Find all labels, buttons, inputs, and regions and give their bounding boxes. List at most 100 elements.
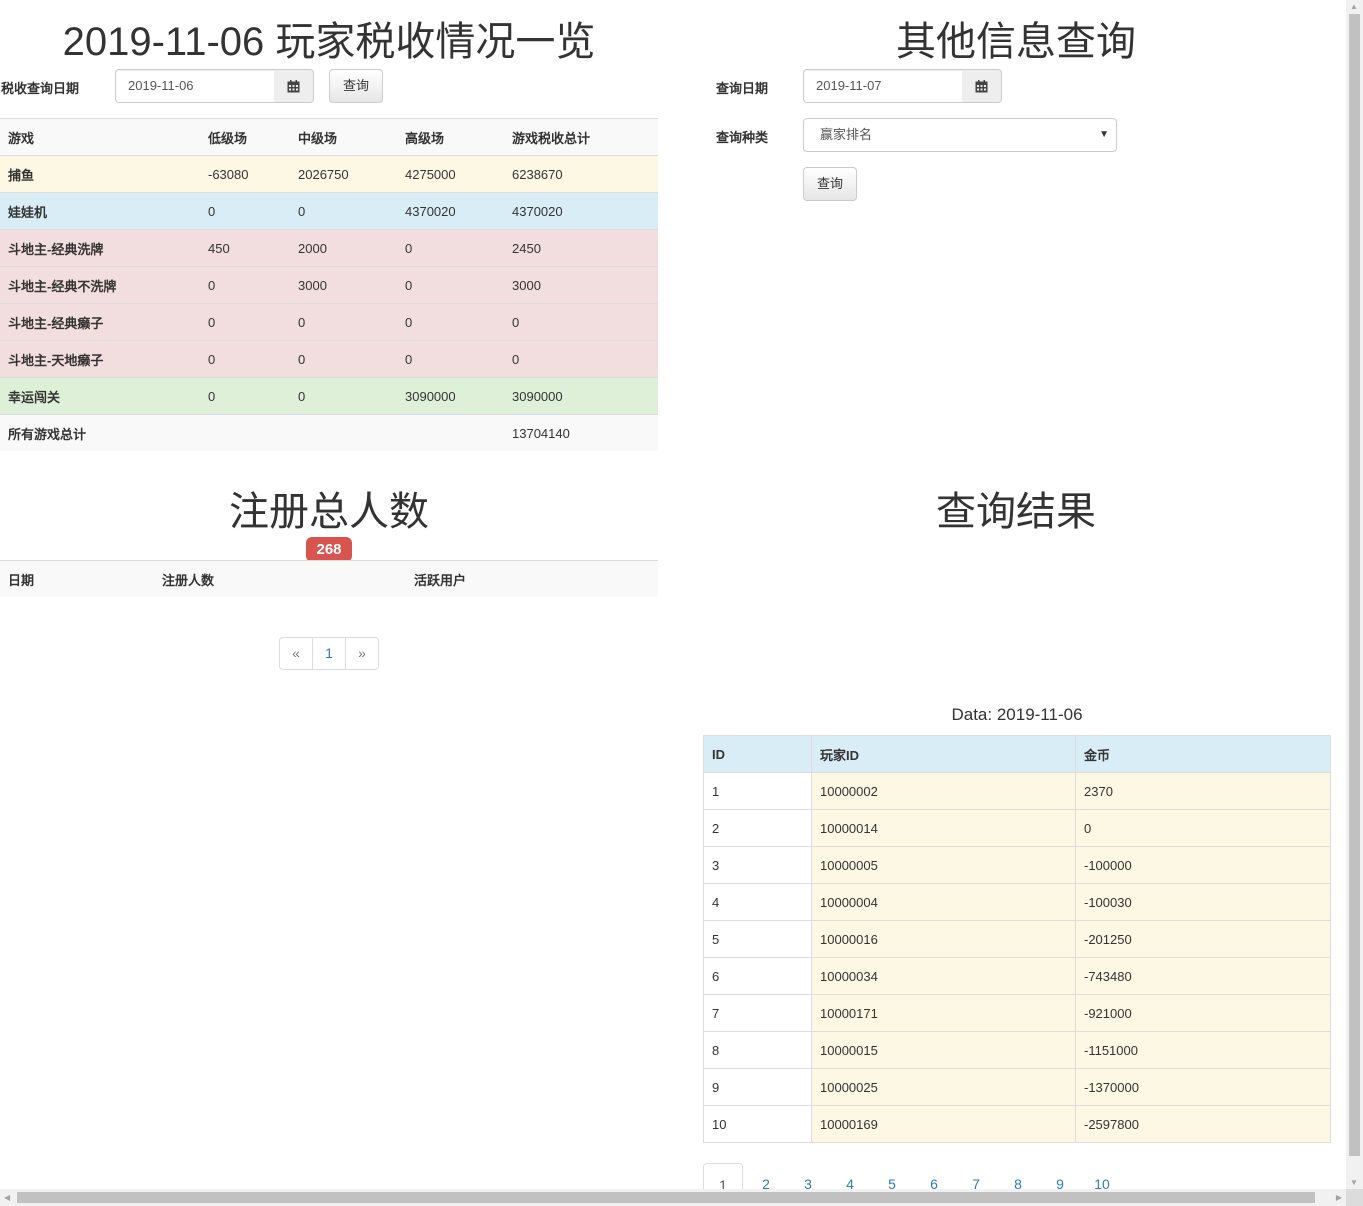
result-cell-player-id: 10000025 — [811, 1068, 1076, 1106]
tax-header-total: 游戏税收总计 — [504, 118, 658, 156]
tax-cell-game: 捕鱼 — [0, 155, 200, 193]
calendar-icon — [975, 79, 988, 92]
register-title: 注册总人数 — [229, 490, 429, 534]
other-date-label: 查询日期 — [716, 81, 769, 96]
tax-cell-game: 幸运闯关 — [0, 377, 200, 415]
result-table: ID 玩家ID 金币 1 10000002 2370 2 10000014 0 3 10000… — [703, 735, 1331, 1143]
tax-cell-total: 6238670 — [504, 155, 658, 193]
tax-cell-mid: 3000 — [290, 266, 397, 304]
tax-cell-high: 4370020 — [397, 192, 504, 230]
tax-cell-low: 0 — [200, 377, 290, 415]
tax-cell-high: 3090000 — [397, 377, 504, 415]
tax-date-input[interactable]: 2019-11-06 — [115, 69, 275, 103]
tax-date-picker-button[interactable] — [274, 69, 314, 103]
tax-query-button[interactable]: 查询 — [329, 69, 383, 103]
result-cell-coins: 2370 — [1075, 772, 1331, 810]
result-row: 7 10000171 -921000 — [703, 994, 1331, 1032]
vertical-scrollbar-thumb[interactable] — [1349, 14, 1360, 1156]
result-cell-coins: -743480 — [1075, 957, 1331, 995]
tax-cell-total: 3000 — [504, 266, 658, 304]
result-row: 9 10000025 -1370000 — [703, 1068, 1331, 1106]
other-type-select[interactable]: 赢家排名 ▼ — [803, 118, 1117, 152]
caret-down-icon: ▼ — [1099, 129, 1109, 140]
result-cell-id: 7 — [703, 994, 812, 1032]
result-row: 10 10000169 -2597800 — [703, 1105, 1331, 1143]
tax-total-empty-cell — [397, 414, 504, 451]
register-header-active: 活跃用户 — [406, 560, 658, 597]
tax-header-mid: 中级场 — [290, 118, 397, 156]
tax-total-empty-cell — [200, 414, 290, 451]
tax-date-label: 税收查询日期 — [1, 81, 80, 96]
scroll-up-arrow-icon[interactable]: ▲ — [1350, 2, 1358, 11]
tax-cell-low: 0 — [200, 192, 290, 230]
other-date-input[interactable]: 2019-11-07 — [803, 69, 963, 103]
result-cell-player-id: 10000169 — [811, 1105, 1076, 1143]
tax-total-label: 所有游戏总计 — [0, 414, 200, 451]
tax-cell-mid: 2000 — [290, 229, 397, 267]
result-cell-coins: -2597800 — [1075, 1105, 1331, 1143]
result-row: 2 10000014 0 — [703, 809, 1331, 847]
result-cell-player-id: 10000014 — [811, 809, 1076, 847]
result-cell-coins: -1370000 — [1075, 1068, 1331, 1106]
tax-header-game: 游戏 — [0, 118, 200, 156]
tax-table: 游戏 低级场 中级场 高级场 游戏税收总计 捕鱼 -63080 2026750 427… — [0, 118, 658, 451]
result-cell-coins: -921000 — [1075, 994, 1331, 1032]
tax-total-value: 13704140 — [504, 414, 658, 451]
tax-row: 斗地主-经典洗牌 450 2000 0 2450 — [0, 229, 658, 267]
scroll-down-arrow-icon[interactable]: ▼ — [1350, 1178, 1358, 1187]
tax-cell-mid: 0 — [290, 303, 397, 341]
tax-cell-mid: 0 — [290, 192, 397, 230]
result-cell-id: 2 — [703, 809, 812, 847]
result-cell-player-id: 10000016 — [811, 920, 1076, 958]
result-cell-player-id: 10000004 — [811, 883, 1076, 921]
result-cell-coins: -201250 — [1075, 920, 1331, 958]
tax-row: 娃娃机 0 0 4370020 4370020 — [0, 192, 658, 230]
scrollbar-corner — [1346, 1189, 1363, 1206]
result-cell-coins: -1151000 — [1075, 1031, 1331, 1069]
tax-cell-total: 3090000 — [504, 377, 658, 415]
other-date-picker-button[interactable] — [962, 69, 1002, 103]
tax-cell-game: 斗地主-经典不洗牌 — [0, 266, 200, 304]
tax-cell-game: 斗地主-经典癞子 — [0, 303, 200, 341]
result-cell-player-id: 10000002 — [811, 772, 1076, 810]
result-row: 1 10000002 2370 — [703, 772, 1331, 810]
vertical-scrollbar[interactable]: ▲ ▼ — [1346, 0, 1363, 1189]
result-cell-coins: -100030 — [1075, 883, 1331, 921]
pager-next-button[interactable]: » — [346, 638, 378, 669]
tax-header-low: 低级场 — [200, 118, 290, 156]
calendar-icon — [287, 79, 300, 92]
tax-cell-high: 4275000 — [397, 155, 504, 193]
other-title: 其他信息查询 — [896, 20, 1136, 64]
result-cell-id: 1 — [703, 772, 812, 810]
tax-cell-total: 2450 — [504, 229, 658, 267]
other-query-button[interactable]: 查询 — [803, 167, 857, 201]
result-title: 查询结果 — [936, 490, 1096, 534]
tax-cell-mid: 2026750 — [290, 155, 397, 193]
scroll-right-arrow-icon[interactable]: ▶ — [1336, 1193, 1342, 1202]
register-header-count: 注册人数 — [154, 560, 406, 597]
register-header-date: 日期 — [0, 560, 154, 597]
tax-cell-low: 0 — [200, 266, 290, 304]
tax-cell-game: 斗地主-经典洗牌 — [0, 229, 200, 267]
tax-cell-high: 0 — [397, 266, 504, 304]
tax-cell-game: 斗地主-天地癞子 — [0, 340, 200, 378]
tax-cell-total: 4370020 — [504, 192, 658, 230]
register-pagination: « 1 » — [279, 637, 379, 670]
scroll-left-arrow-icon[interactable]: ◀ — [4, 1193, 10, 1202]
result-cell-player-id: 10000171 — [811, 994, 1076, 1032]
tax-cell-mid: 0 — [290, 377, 397, 415]
pager-page-1[interactable]: 1 — [313, 638, 346, 669]
result-cell-id: 9 — [703, 1068, 812, 1106]
tax-cell-total: 0 — [504, 340, 658, 378]
horizontal-scrollbar[interactable]: ◀ ▶ — [0, 1189, 1346, 1206]
result-cell-id: 8 — [703, 1031, 812, 1069]
result-header-id: ID — [703, 735, 812, 773]
result-header-player-id: 玩家ID — [811, 735, 1076, 773]
horizontal-scrollbar-thumb[interactable] — [17, 1192, 1315, 1203]
other-type-value: 赢家排名 — [820, 127, 873, 142]
tax-row: 斗地主-经典不洗牌 0 3000 0 3000 — [0, 266, 658, 304]
tax-total-row: 所有游戏总计 13704140 — [0, 414, 658, 451]
pager-prev-button[interactable]: « — [280, 638, 313, 669]
tax-row: 捕鱼 -63080 2026750 4275000 6238670 — [0, 155, 658, 193]
result-row: 5 10000016 -201250 — [703, 920, 1331, 958]
